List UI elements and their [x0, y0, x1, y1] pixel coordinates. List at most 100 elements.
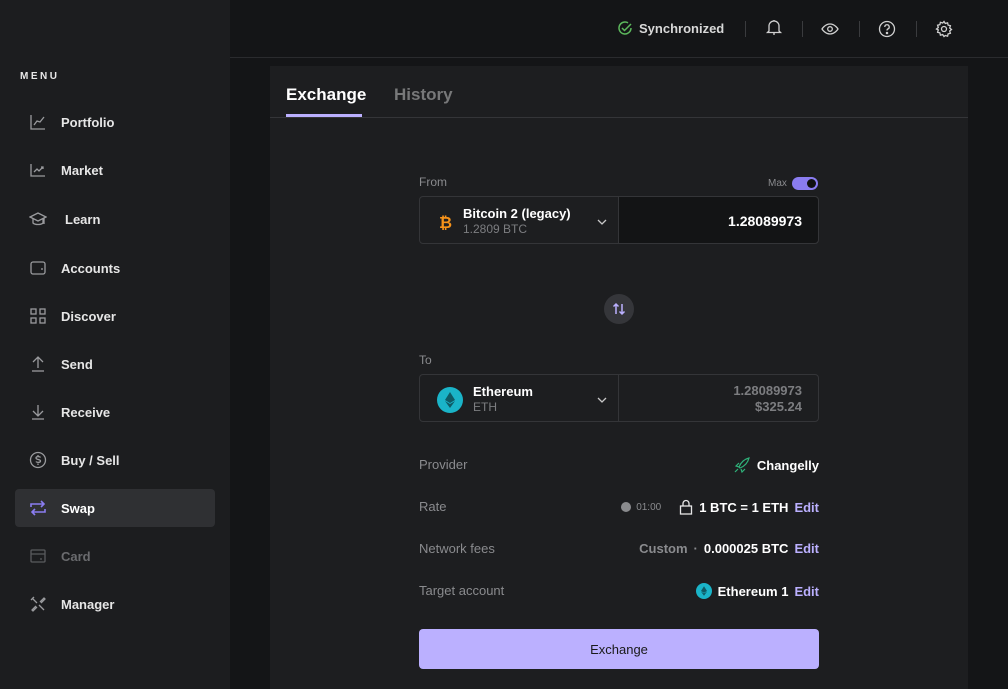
market-chart-icon	[29, 161, 47, 179]
network-fees-label: Network fees	[419, 541, 495, 556]
sync-status-label: Synchronized	[639, 20, 725, 36]
rate-text: 1 BTC = 1 ETH	[699, 499, 789, 515]
to-amount-display: 1.28089973 $325.24	[619, 375, 818, 421]
tab-history[interactable]: History	[394, 85, 453, 105]
swap-vertical-icon	[612, 302, 626, 316]
network-fees-value: Custom · 0.000025 BTC Edit	[639, 541, 819, 556]
grid-icon	[29, 307, 47, 325]
svg-text:₿: ₿	[439, 213, 452, 231]
to-selector: Ethereum ETH 1.28089973 $325.24	[419, 374, 819, 422]
from-amount-value: 1.28089973	[728, 213, 802, 229]
sidebar-item-accounts[interactable]: Accounts	[15, 249, 215, 287]
edit-target-link[interactable]: Edit	[794, 584, 819, 599]
ethereum-icon	[437, 387, 463, 413]
sidebar-item-manager[interactable]: Manager	[15, 585, 215, 623]
swap-arrows-icon	[29, 499, 47, 517]
sidebar-item-label: Card	[61, 548, 91, 564]
dollar-circle-icon	[29, 451, 47, 469]
sidebar-item-learn[interactable]: Learn	[15, 200, 215, 238]
sidebar-item-label: Buy / Sell	[61, 452, 120, 468]
timer-dot-icon	[621, 502, 632, 512]
to-coin-dropdown[interactable]: Ethereum ETH	[420, 375, 619, 421]
top-bar: Synchronized	[230, 0, 1008, 58]
from-coin-balance: 1.2809 BTC	[463, 222, 528, 236]
sidebar-item-market[interactable]: Market	[15, 151, 215, 189]
divider	[859, 21, 860, 37]
fees-amount: 0.000025 BTC	[703, 541, 789, 556]
card-icon	[29, 547, 47, 565]
edit-fees-link[interactable]: Edit	[794, 541, 819, 556]
provider-label: Provider	[419, 457, 468, 472]
sidebar-item-portfolio[interactable]: Portfolio	[15, 103, 215, 141]
target-account-label: Target account	[419, 583, 505, 598]
chevron-down-icon	[596, 215, 608, 233]
check-circle-icon	[618, 21, 632, 35]
eye-icon[interactable]	[820, 19, 840, 39]
to-label: To	[419, 353, 432, 367]
arrow-up-icon	[29, 355, 47, 373]
fees-separator: ·	[693, 541, 698, 556]
sidebar-item-label: Market	[61, 162, 103, 178]
to-fiat-value: $325.24	[755, 399, 802, 414]
max-toggle[interactable]	[791, 177, 818, 190]
target-account-name: Ethereum 1	[717, 583, 789, 599]
to-coin-ticker: ETH	[473, 400, 497, 414]
divider	[745, 21, 746, 37]
chart-line-icon	[29, 113, 47, 131]
wallet-icon	[29, 259, 47, 277]
edit-rate-link[interactable]: Edit	[794, 500, 819, 515]
max-label: Max	[768, 178, 787, 189]
reverse-swap-button[interactable]	[604, 294, 634, 324]
sidebar-item-discover[interactable]: Discover	[15, 297, 215, 335]
sidebar-item-receive[interactable]: Receive	[15, 393, 215, 431]
rocket-icon	[734, 457, 750, 473]
menu-title: MENU	[20, 71, 60, 82]
sync-status: Synchronized	[617, 20, 724, 36]
divider	[916, 21, 917, 37]
sidebar-item-swap[interactable]: Swap	[15, 489, 215, 527]
rate-value: 01:00 1 BTC = 1 ETH Edit	[621, 499, 819, 515]
tab-bar: Exchange History	[270, 66, 968, 118]
toggle-knob	[806, 179, 816, 188]
help-icon[interactable]	[877, 19, 897, 39]
from-coin-dropdown[interactable]: ₿ Bitcoin 2 (legacy) 1.2809 BTC	[420, 197, 619, 243]
to-coin-name: Ethereum	[473, 384, 533, 399]
from-amount-input[interactable]: 1.28089973	[619, 197, 818, 243]
target-account-value: Ethereum 1 Edit	[695, 583, 819, 599]
sidebar-item-send[interactable]: Send	[15, 345, 215, 383]
tools-icon	[29, 595, 47, 613]
bitcoin-icon: ₿	[432, 209, 458, 235]
sidebar-item-label: Discover	[61, 308, 116, 324]
graduation-cap-icon	[29, 210, 47, 228]
rate-label: Rate	[419, 499, 447, 514]
provider-value[interactable]: Changelly	[733, 457, 819, 473]
bell-icon[interactable]	[764, 17, 784, 37]
from-selector: ₿ Bitcoin 2 (legacy) 1.2809 BTC 1.280899…	[419, 196, 819, 244]
from-label: From	[419, 175, 447, 189]
arrow-down-icon	[29, 403, 47, 421]
fees-mode: Custom	[639, 541, 688, 556]
sidebar-item-label: Accounts	[61, 260, 121, 276]
sidebar-item-buy-sell[interactable]: Buy / Sell	[15, 441, 215, 479]
active-tab-indicator	[286, 114, 362, 117]
sidebar: MENU Portfolio Market Learn Accounts Dis…	[0, 0, 230, 689]
gear-icon[interactable]	[934, 19, 954, 39]
to-amount-value: 1.28089973	[733, 383, 802, 398]
from-coin-name: Bitcoin 2 (legacy)	[463, 206, 571, 221]
sidebar-item-label: Portfolio	[61, 114, 115, 130]
to-amount-block: 1.28089973 $325.24	[733, 383, 802, 415]
provider-name: Changelly	[756, 457, 819, 473]
sidebar-item-label: Swap	[61, 500, 95, 516]
chevron-down-icon	[596, 393, 608, 411]
sidebar-item-label: Learn	[65, 211, 101, 227]
exchange-button[interactable]: Exchange	[419, 629, 819, 669]
sidebar-item-label: Receive	[61, 404, 111, 420]
rate-timer-value: 01:00	[636, 501, 662, 513]
lock-icon	[680, 499, 693, 515]
tab-exchange[interactable]: Exchange	[286, 85, 366, 105]
rate-timer: 01:00	[621, 502, 661, 513]
divider	[802, 21, 803, 37]
max-control: Max	[768, 177, 818, 190]
ethereum-icon	[695, 583, 712, 599]
sidebar-item-label: Manager	[61, 596, 115, 612]
